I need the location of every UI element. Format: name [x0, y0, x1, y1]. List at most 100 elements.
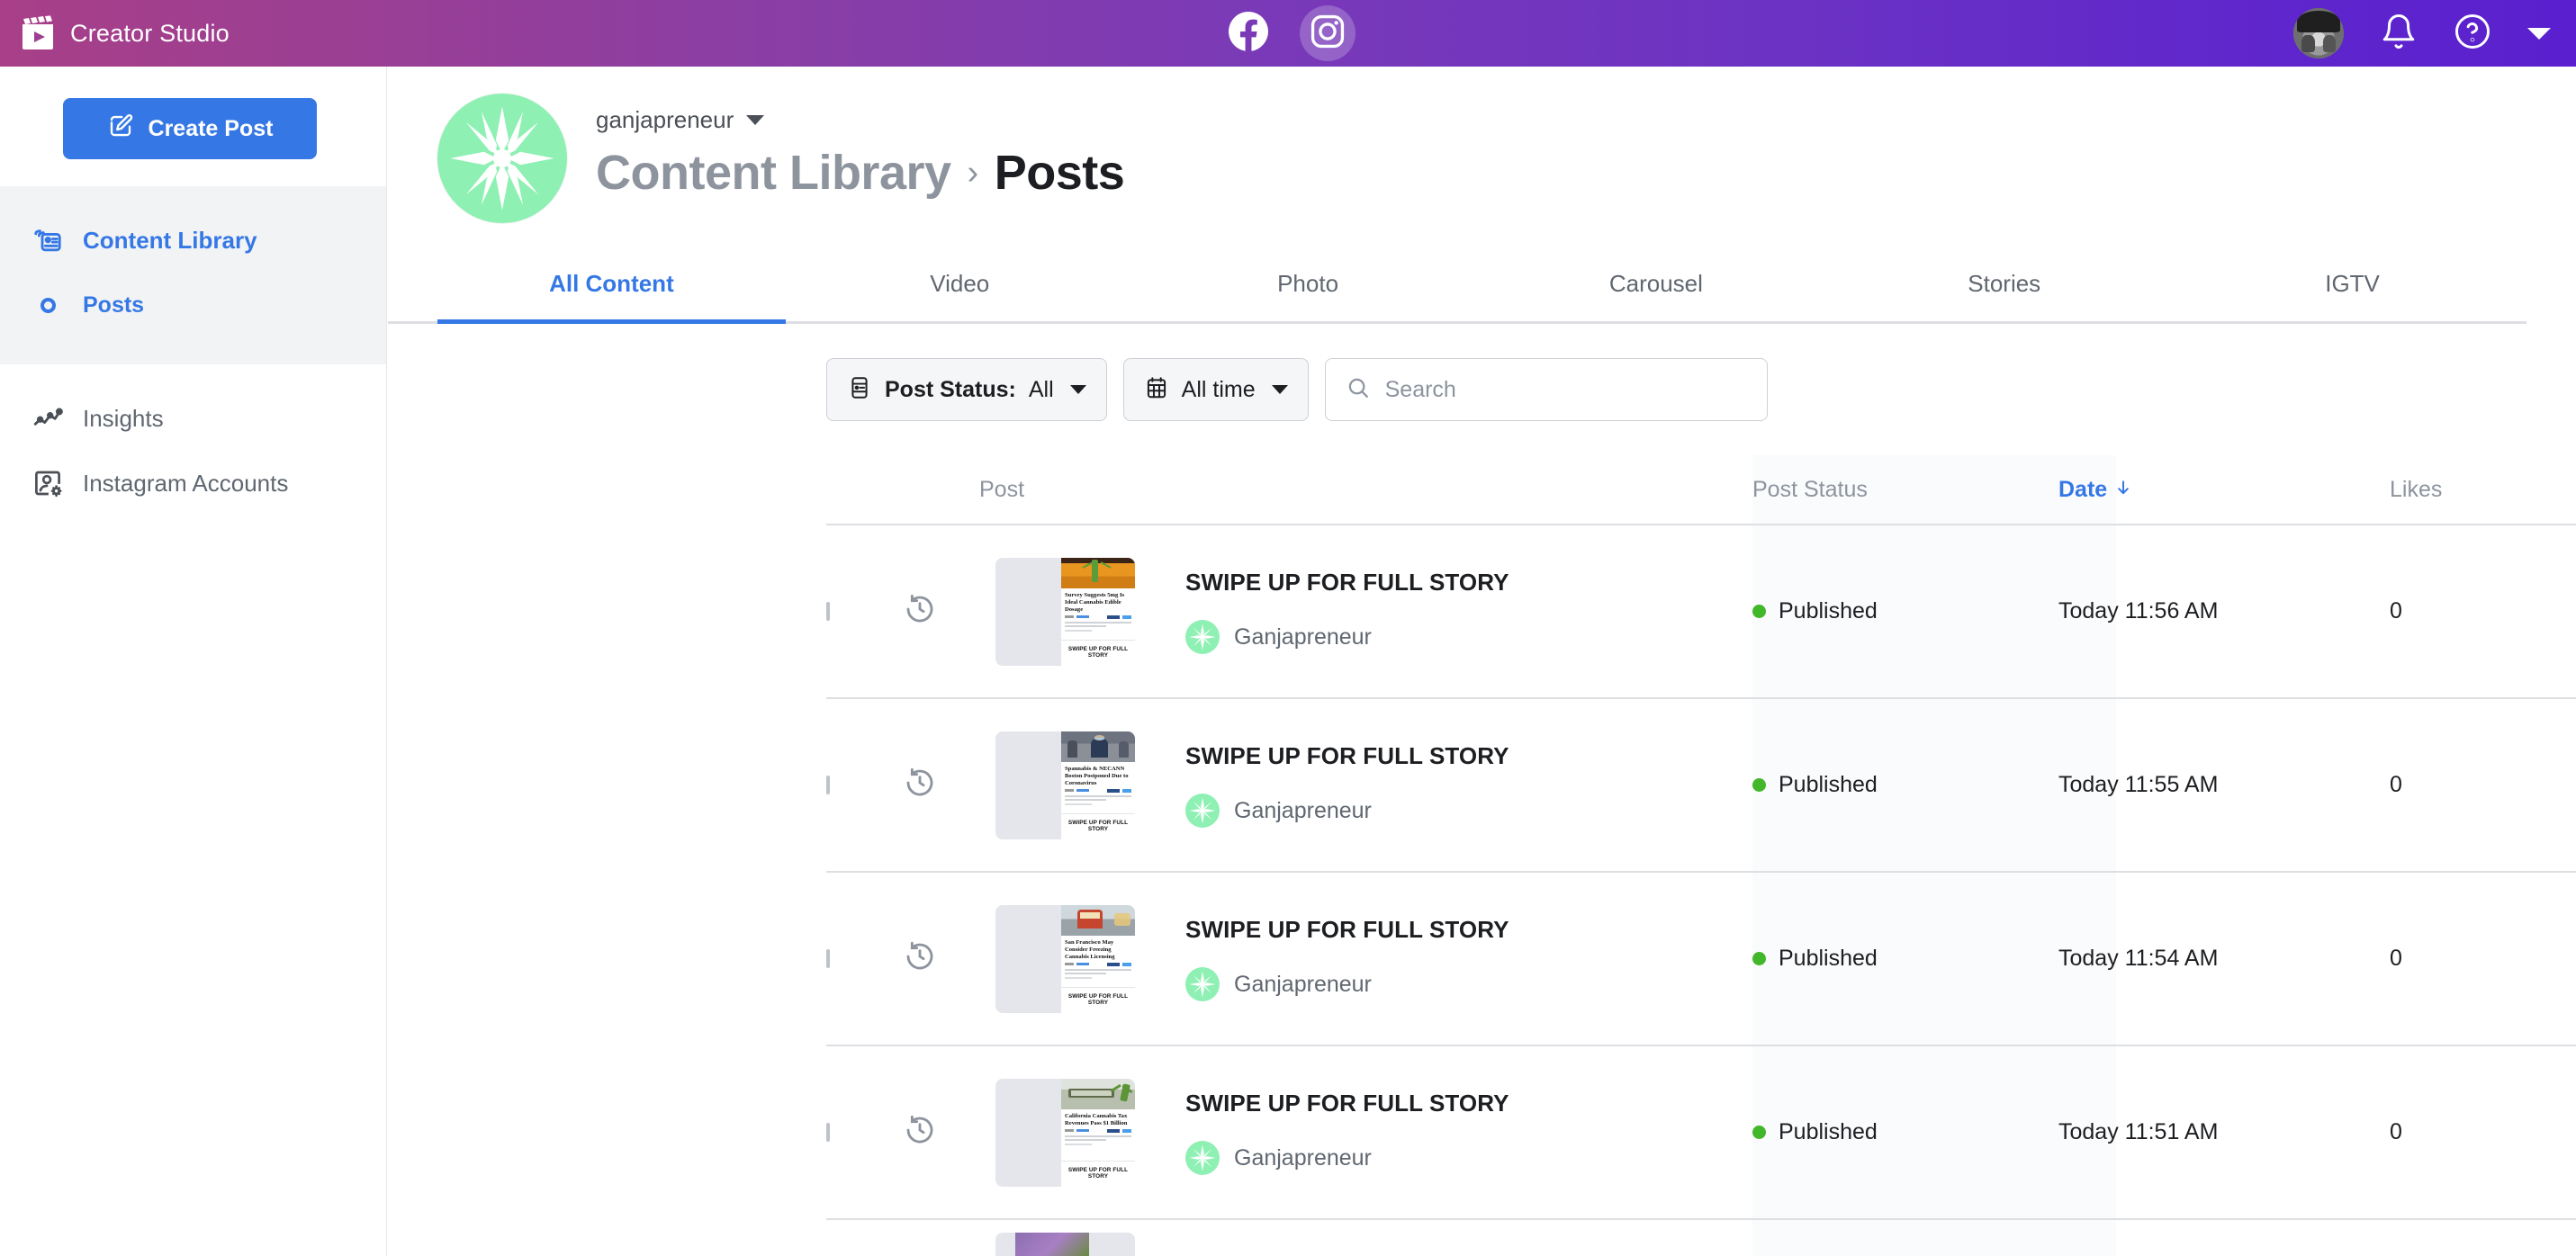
account-menu-button[interactable] — [2527, 27, 2551, 40]
sidebar: Create Post Content Library Posts Insigh… — [0, 67, 387, 1256]
chevron-down-icon — [1271, 385, 1288, 394]
tab-igtv[interactable]: IGTV — [2178, 257, 2526, 321]
tab-all-content[interactable]: All Content — [437, 257, 786, 324]
compose-icon — [107, 112, 134, 146]
post-status-filter[interactable]: Post Status: All — [826, 358, 1107, 421]
question-circle-icon — [2454, 13, 2491, 55]
sidebar-item-insights[interactable]: Insights — [0, 386, 386, 451]
sidebar-item-instagram-accounts[interactable]: Instagram Accounts — [0, 451, 386, 516]
chevron-down-icon — [1069, 385, 1086, 394]
tab-label: Stories — [1968, 270, 2041, 297]
tab-video[interactable]: Video — [786, 257, 1134, 321]
content-type-tabs: All Content Video Photo Carousel Stories… — [388, 257, 2526, 324]
column-header-post-status: Post Status — [1752, 476, 1868, 502]
status-dot-icon — [1752, 605, 1766, 618]
checkbox-unchecked-icon[interactable] — [826, 775, 830, 794]
table-row[interactable]: California Cannabis Tax Revenues Pass $1… — [826, 1046, 2576, 1220]
likes-count: 0 — [2390, 772, 2402, 797]
post-author: Ganjapreneur — [1185, 620, 1509, 654]
sidebar-item-posts[interactable]: Posts — [0, 273, 386, 337]
tab-label: IGTV — [2325, 270, 2380, 297]
avatar[interactable] — [2293, 8, 2344, 58]
service-switcher — [1220, 0, 1356, 67]
brand-logo[interactable]: Creator Studio — [20, 15, 230, 51]
notifications-button[interactable] — [2380, 13, 2418, 55]
post-author: Ganjapreneur — [1185, 1141, 1509, 1175]
status-label: Published — [1779, 598, 1878, 624]
sidebar-item-label: Instagram Accounts — [83, 469, 289, 497]
column-header-likes: Likes — [2390, 476, 2443, 502]
page-header: ganjapreneur Content Library › Posts — [388, 67, 2576, 223]
post-date: Today 11:54 AM — [2058, 946, 2219, 971]
sidebar-item-content-library[interactable]: Content Library — [0, 208, 386, 273]
thumbnail-swipe-label: SWIPE UP FOR FULL STORY — [1061, 639, 1135, 666]
accounts-settings-icon — [22, 467, 74, 499]
table-row[interactable]: San Francisco May Consider Freezing Cann… — [826, 873, 2576, 1046]
tab-stories[interactable]: Stories — [1830, 257, 2178, 321]
column-header-post: Post — [979, 476, 1025, 502]
search-icon — [1346, 375, 1371, 405]
top-navigation-bar: Creator Studio — [0, 0, 2576, 67]
breadcrumb-separator-icon: › — [967, 153, 979, 192]
thumbnail-headline: San Francisco May Consider Freezing Cann… — [1065, 938, 1115, 960]
table-row[interactable]: #Gummyberry 🐝💧 🏭 @oceanwunderb Published… — [826, 1220, 2576, 1256]
tab-label: Carousel — [1608, 270, 1703, 297]
status-label: Published — [1779, 1119, 1878, 1144]
tab-photo[interactable]: Photo — [1134, 257, 1482, 321]
tab-label: Video — [930, 270, 990, 297]
tab-carousel[interactable]: Carousel — [1482, 257, 1830, 321]
post-thumbnail[interactable]: San Francisco May Consider Freezing Cann… — [995, 904, 1135, 1013]
post-title[interactable]: SWIPE UP FOR FULL STORY — [1185, 916, 1509, 944]
library-icon — [22, 224, 74, 256]
clock-history-icon[interactable] — [902, 767, 938, 804]
sidebar-group-content-library: Content Library Posts — [0, 186, 386, 364]
checkbox-unchecked-icon[interactable] — [826, 601, 830, 621]
post-title[interactable]: SWIPE UP FOR FULL STORY — [1185, 742, 1509, 770]
table-row[interactable]: Spannabis & NECANN Boston Postponed Due … — [826, 699, 2576, 873]
post-thumbnail[interactable]: Spannabis & NECANN Boston Postponed Due … — [995, 731, 1135, 839]
instagram-tab[interactable] — [1300, 5, 1356, 61]
page-title: Posts — [994, 146, 1125, 200]
thumbnail-image — [1061, 557, 1135, 588]
status-label: Published — [1779, 946, 1878, 971]
status-dot-icon — [1752, 1126, 1766, 1139]
table-row[interactable]: Survey Suggests 5mg Is Ideal Cannabis Ed… — [826, 525, 2576, 699]
account-selector[interactable]: ganjapreneur — [596, 106, 1124, 134]
status-badge: Published — [1752, 772, 2026, 798]
thumbnail-headline: Spannabis & NECANN Boston Postponed Due … — [1065, 765, 1129, 786]
sidebar-item-label: Posts — [83, 292, 145, 318]
column-header-date[interactable]: Date — [2058, 477, 2390, 503]
breadcrumb-parent[interactable]: Content Library — [596, 145, 951, 201]
status-dot-icon — [1752, 952, 1766, 965]
search-input[interactable] — [1384, 376, 1747, 403]
brand-title: Creator Studio — [70, 19, 230, 47]
help-button[interactable] — [2454, 13, 2491, 55]
clock-history-icon[interactable] — [902, 941, 938, 978]
tab-label: All Content — [549, 270, 674, 297]
post-thumbnail[interactable] — [995, 1233, 1135, 1256]
date-range-filter[interactable]: All time — [1122, 358, 1309, 421]
create-post-button[interactable]: Create Post — [63, 98, 317, 159]
status-badge: Published — [1752, 946, 2026, 972]
facebook-tab[interactable] — [1220, 5, 1276, 61]
search-box[interactable] — [1324, 358, 1768, 421]
thumbnail-headline: California Cannabis Tax Revenues Pass $1… — [1065, 1112, 1128, 1126]
checkbox-unchecked-icon[interactable] — [826, 1122, 830, 1142]
thumbnail-image — [1061, 731, 1135, 762]
calendar-icon — [1144, 375, 1169, 405]
post-thumbnail[interactable]: California Cannabis Tax Revenues Pass $1… — [995, 1078, 1135, 1187]
post-title[interactable]: SWIPE UP FOR FULL STORY — [1185, 1090, 1509, 1117]
post-title[interactable]: SWIPE UP FOR FULL STORY — [1185, 569, 1509, 597]
post-thumbnail[interactable]: Survey Suggests 5mg Is Ideal Cannabis Ed… — [995, 557, 1135, 666]
clock-history-icon[interactable] — [902, 1115, 938, 1152]
clock-history-icon[interactable] — [902, 594, 938, 631]
thumbnail-headline: Survey Suggests 5mg Is Ideal Cannabis Ed… — [1065, 591, 1125, 613]
thumbnail-swipe-label: SWIPE UP FOR FULL STORY — [1061, 1160, 1135, 1187]
facebook-icon — [1229, 11, 1268, 56]
sidebar-group-other: Insights Instagram Accounts — [0, 386, 386, 516]
thumbnail-image — [1015, 1233, 1089, 1256]
post-date: Today 11:51 AM — [2058, 1119, 2219, 1144]
checkbox-unchecked-icon[interactable] — [826, 948, 830, 968]
list-card-icon — [847, 375, 872, 405]
sidebar-item-label: Insights — [83, 404, 164, 432]
